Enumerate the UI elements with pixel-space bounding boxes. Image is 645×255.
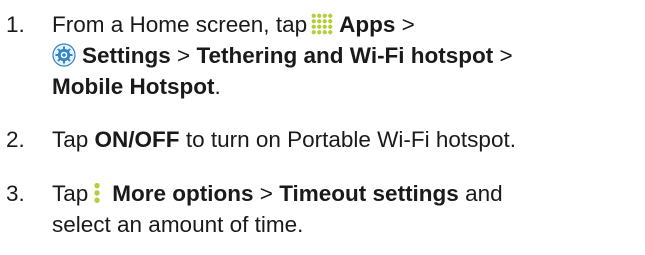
step-3-line-2: select an amount of time. bbox=[52, 209, 503, 240]
more-options-icon bbox=[94, 182, 101, 204]
step-text: to turn on Portable Wi-Fi hotspot. bbox=[185, 127, 516, 152]
separator: > bbox=[401, 12, 415, 37]
instruction-steps: 1. From a Home screen, tap Apps > Settings… bbox=[0, 0, 645, 255]
step-text: select an amount of time. bbox=[52, 212, 304, 237]
apps-icon bbox=[311, 13, 334, 35]
step-2: 2. Tap ON/OFF to turn on Portable Wi-Fi h… bbox=[6, 124, 516, 155]
apps-label: Apps bbox=[339, 12, 396, 37]
step-text: Tap bbox=[52, 181, 89, 206]
more-options-label: More options bbox=[112, 181, 254, 206]
step-text: Tap bbox=[52, 127, 89, 152]
on-off-label: ON/OFF bbox=[94, 127, 180, 152]
step-3: 3. Tap More options > Timeout settings and… bbox=[6, 178, 503, 240]
mobile-hotspot-label: Mobile Hotspot bbox=[52, 74, 215, 99]
step-1: 1. From a Home screen, tap Apps > Settings… bbox=[6, 9, 513, 102]
step-1-line-3: Mobile Hotspot. bbox=[52, 71, 513, 102]
timeout-settings-label: Timeout settings bbox=[279, 181, 459, 206]
step-number: 1. bbox=[6, 12, 25, 37]
step-text: and bbox=[465, 181, 503, 206]
step-number: 2. bbox=[6, 127, 25, 152]
separator: > bbox=[177, 43, 191, 68]
separator: > bbox=[259, 181, 273, 206]
settings-label: Settings bbox=[82, 43, 171, 68]
tethering-label: Tethering and Wi-Fi hotspot bbox=[196, 43, 494, 68]
settings-icon bbox=[52, 43, 76, 67]
separator: > bbox=[499, 43, 513, 68]
step-number: 3. bbox=[6, 181, 25, 206]
step-1-line-2: Settings > Tethering and Wi-Fi hotspot > bbox=[52, 40, 513, 71]
period: . bbox=[214, 74, 221, 99]
step-text: From a Home screen, tap bbox=[52, 12, 308, 37]
